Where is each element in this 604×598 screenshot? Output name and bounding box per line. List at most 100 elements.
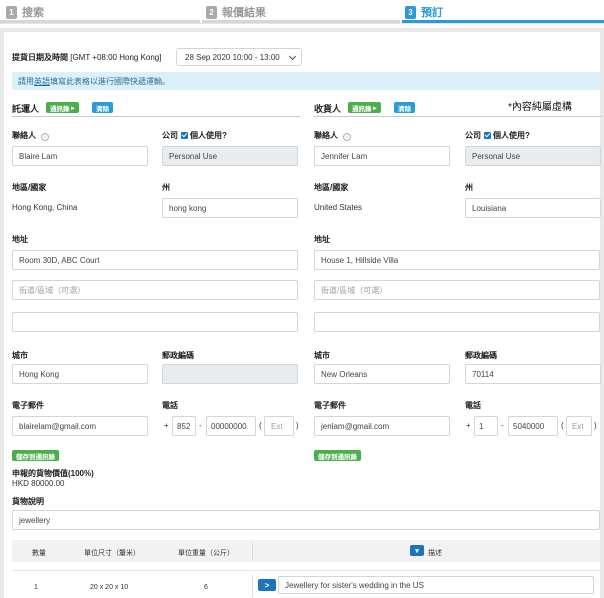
chevron-down-icon[interactable]: ▾ — [410, 545, 424, 556]
progress-stepper: 1 搜索 2 報價結果 3 預訂 — [0, 0, 604, 24]
receiver-contact-input[interactable]: Jennifer Lam — [314, 146, 450, 166]
phone-dash: - — [199, 421, 202, 430]
step-search[interactable]: 1 搜索 — [6, 4, 44, 20]
row-description-input[interactable]: Jewellery for sister's wedding in the US — [278, 576, 594, 594]
personal-use-checkbox[interactable] — [484, 132, 491, 139]
goods-description-label: 貨物說明 — [12, 497, 44, 506]
shipper-postcode-label: 郵政編碼 — [162, 351, 194, 360]
phone-dash: - — [501, 421, 504, 430]
shipper-city-input[interactable]: Hong Kong — [12, 364, 148, 384]
shipper-address-line2-input[interactable]: 街道/區域（可選） — [12, 280, 298, 300]
step-booking[interactable]: 3 預訂 — [405, 4, 443, 20]
shipper-phone-ext-input[interactable]: Ext — [264, 416, 294, 436]
step-divider — [202, 20, 400, 23]
receiver-postcode-input[interactable]: 70114 — [465, 364, 601, 384]
shipper-company-input[interactable]: Personal Use — [162, 146, 298, 166]
row-size: 20 x 20 x 10 — [90, 584, 129, 591]
receiver-address-book-button[interactable]: 通訊錄 ▸ — [348, 102, 381, 113]
phone-paren: ( — [561, 421, 564, 430]
info-icon[interactable]: i — [41, 133, 49, 141]
expand-arrow-button[interactable]: > — [258, 579, 276, 591]
banner-link[interactable]: 英語 — [34, 76, 50, 87]
column-divider — [252, 575, 253, 597]
shipper-postcode-input[interactable] — [162, 364, 298, 384]
receiver-address-line2-input[interactable]: 街道/區域（可選） — [314, 280, 600, 300]
receiver-save-address-button[interactable]: 儲存到通訊錄 — [314, 450, 361, 461]
receiver-phone-number-input[interactable]: 5040000 — [508, 416, 558, 436]
receiver-company-input[interactable]: Personal Use — [465, 146, 601, 166]
shipper-address-book-button[interactable]: 通訊錄 ▸ — [46, 102, 79, 113]
receiver-phone-ext-input[interactable]: Ext — [566, 416, 592, 436]
weight-header: 單位重量（公斤） — [178, 550, 234, 557]
shipper-country-label: 地區/國家 — [12, 183, 47, 192]
phone-paren: ) — [296, 421, 299, 430]
receiver-company-label: 公司 個人使用? — [465, 131, 530, 140]
info-icon[interactable]: i — [343, 133, 351, 141]
shipper-country-value: Hong Kong, China — [12, 203, 78, 212]
shipper-city-label: 城市 — [12, 351, 28, 360]
phone-plus: + — [466, 421, 471, 430]
receiver-phone-code-input[interactable]: 1 — [474, 416, 498, 436]
pickup-time-select[interactable]: 28 Sep 2020 10:00 - 13:00 — [176, 48, 302, 66]
shipper-address-line1-input[interactable]: Room 30D, ABC Court — [12, 250, 298, 270]
step-label: 報價結果 — [222, 7, 266, 19]
chevron-down-icon — [288, 52, 297, 61]
receiver-clear-button[interactable]: 清除 — [394, 102, 415, 113]
receiver-phone-label: 電話 — [465, 401, 481, 410]
receiver-email-input[interactable]: jenlam@gmail.com — [314, 416, 450, 436]
desc-header: 描述 — [428, 550, 442, 557]
shipper-phone-code-input[interactable]: 852 — [172, 416, 196, 436]
column-divider — [252, 542, 253, 560]
receiver-email-label: 電子郵件 — [314, 401, 346, 410]
receiver-city-input[interactable]: New Orleans — [314, 364, 450, 384]
shipper-state-label: 州 — [162, 183, 170, 192]
step-number: 2 — [206, 5, 217, 19]
personal-use-checkbox[interactable] — [181, 132, 188, 139]
step-quote-results[interactable]: 2 報價結果 — [206, 4, 266, 20]
receiver-country-label: 地區/國家 — [314, 183, 349, 192]
step-number: 3 — [405, 5, 416, 19]
shipper-save-address-button[interactable]: 儲存到通訊錄 — [12, 450, 59, 461]
shipper-email-label: 電子郵件 — [12, 401, 44, 410]
phone-paren: ( — [259, 421, 262, 430]
shipper-contact-input[interactable]: Blaire Lam — [12, 146, 148, 166]
pickup-label: 提貨日期及時間 [GMT +08:00 Hong Kong] — [12, 53, 162, 62]
step-divider-active — [402, 20, 604, 23]
shipper-contact-label: 聯絡人 i — [12, 130, 49, 141]
receiver-state-input[interactable]: Louisiana — [465, 198, 601, 218]
receiver-country-value: United States — [314, 203, 363, 212]
shipper-clear-button[interactable]: 清除 — [92, 102, 113, 113]
receiver-address-line1-input[interactable]: House 1, Hillside Villa — [314, 250, 600, 270]
declared-value: HKD 80000.00 — [12, 479, 65, 488]
step-label: 搜索 — [22, 7, 44, 19]
banner-text: 請用 — [18, 76, 34, 86]
pickup-timezone: [GMT +08:00 Hong Kong] — [70, 53, 162, 62]
receiver-contact-label: 聯絡人 i — [314, 130, 351, 141]
phone-plus: + — [164, 421, 169, 430]
divider — [12, 116, 300, 117]
receiver-title: 收貨人 — [314, 104, 342, 114]
package-table-header: 數量 單位尺寸（釐米） 單位重量（公斤） ▾ 描述 — [12, 540, 600, 562]
receiver-address-line3-input[interactable] — [314, 312, 600, 332]
booking-form: 提貨日期及時間 [GMT +08:00 Hong Kong] 28 Sep 20… — [0, 28, 604, 598]
step-divider — [0, 20, 200, 23]
banner-text: 填寫此表格以進行國際快遞運輸。 — [50, 76, 170, 86]
size-header: 單位尺寸（釐米） — [84, 550, 140, 557]
qty-header: 數量 — [32, 550, 46, 557]
shipper-title: 託運人 — [12, 104, 40, 114]
receiver-city-label: 城市 — [314, 351, 330, 360]
shipper-phone-number-input[interactable]: 00000000 — [206, 416, 256, 436]
shipper-email-input[interactable]: blairelam@gmail.com — [12, 416, 148, 436]
declared-value-label: 申報的貨物價值(100%) — [12, 469, 94, 478]
pickup-time-value: 28 Sep 2020 10:00 - 13:00 — [185, 52, 280, 62]
shipper-company-label: 公司 個人使用? — [162, 131, 227, 140]
step-number: 1 — [6, 5, 17, 19]
shipper-state-input[interactable]: hong kong — [162, 198, 298, 218]
goods-description-input[interactable]: jewellery — [12, 510, 600, 530]
shipper-address-line3-input[interactable] — [12, 312, 298, 332]
info-banner: 請用 英語 填寫此表格以進行國際快遞運輸。 — [12, 72, 600, 90]
shipper-phone-label: 電話 — [162, 401, 178, 410]
table-row: 1 20 x 20 x 10 6 > Jewellery for sister'… — [12, 570, 600, 598]
shipper-address-label: 地址 — [12, 235, 28, 244]
divider — [314, 116, 602, 117]
